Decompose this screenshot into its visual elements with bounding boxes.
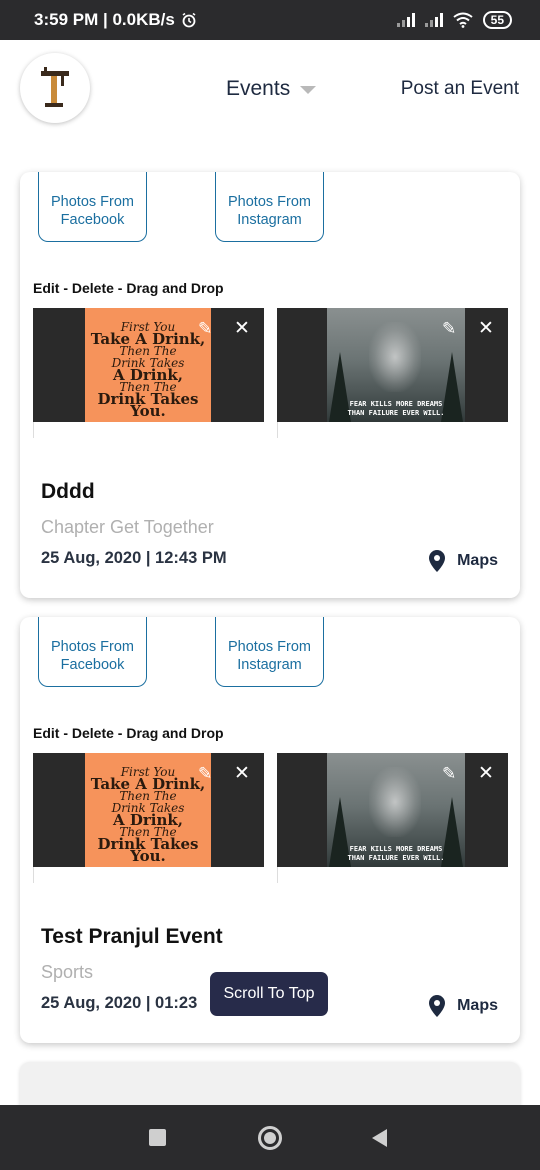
- status-time: 3:59 PM | 0.0KB/s: [34, 10, 175, 29]
- maps-label: Maps: [457, 997, 498, 1014]
- event-date: 25 Aug, 2020 | 01:23: [41, 994, 198, 1012]
- edit-icon[interactable]: ✎: [198, 320, 216, 338]
- edit-delete-caption: Edit - Delete - Drag and Drop: [33, 725, 224, 741]
- drink-poster: First You Take A Drink, Then The Drink T…: [85, 753, 211, 883]
- map-pin-icon: [429, 995, 446, 1017]
- logo-icon[interactable]: [20, 53, 90, 123]
- close-icon[interactable]: ✕: [477, 764, 495, 783]
- edit-delete-caption: Edit - Delete - Drag and Drop: [33, 280, 224, 296]
- edit-icon[interactable]: ✎: [442, 320, 460, 338]
- close-icon[interactable]: ✕: [233, 764, 251, 783]
- app-header: Events Post an Event: [0, 40, 540, 140]
- post-event-link[interactable]: Post an Event: [401, 78, 519, 100]
- events-dropdown[interactable]: Events: [226, 77, 317, 101]
- event-category: Chapter Get Together: [41, 517, 214, 537]
- events-dropdown-label: Events: [226, 77, 291, 100]
- scroll-to-top-button[interactable]: Scroll To Top: [210, 972, 328, 1016]
- signal-icon: [396, 13, 415, 27]
- maps-label: Maps: [457, 552, 498, 569]
- system-nav-bar: [0, 1105, 540, 1170]
- photos-from-instagram-button[interactable]: Photos From Instagram: [215, 172, 324, 242]
- edit-icon[interactable]: ✎: [198, 765, 216, 783]
- event-card[interactable]: Photos From Facebook Photos From Instagram…: [20, 172, 520, 598]
- signal-icon: [424, 13, 443, 27]
- event-category: Sports: [41, 962, 94, 982]
- photos-from-facebook-button[interactable]: Photos From Facebook: [38, 617, 147, 687]
- event-title: Test Pranjul Event: [41, 925, 223, 948]
- alarm-icon: [182, 12, 196, 28]
- close-icon[interactable]: ✕: [233, 319, 251, 338]
- event-photo-thumbnail[interactable]: First You Take A Drink, Then The Drink T…: [33, 753, 264, 883]
- drink-poster: First You Take A Drink, Then The Drink T…: [85, 308, 211, 438]
- photos-from-instagram-button[interactable]: Photos From Instagram: [215, 617, 324, 687]
- event-photo-thumbnail[interactable]: FEAR KILLS MORE DREAMS THAN FAILURE EVER …: [277, 308, 508, 438]
- wifi-icon: [453, 12, 473, 28]
- recents-icon[interactable]: [149, 1129, 166, 1146]
- map-pin-icon: [429, 550, 446, 572]
- maps-link[interactable]: Maps: [429, 995, 498, 1017]
- edit-icon[interactable]: ✎: [442, 765, 460, 783]
- back-icon[interactable]: [372, 1129, 387, 1147]
- event-photo-thumbnail[interactable]: FEAR KILLS MORE DREAMS THAN FAILURE EVER …: [277, 753, 508, 883]
- event-date: 25 Aug, 2020 | 12:43 PM: [41, 549, 227, 567]
- chevron-down-icon: [300, 86, 317, 94]
- close-icon[interactable]: ✕: [477, 319, 495, 338]
- maps-link[interactable]: Maps: [429, 550, 498, 572]
- event-photo-thumbnail[interactable]: First You Take A Drink, Then The Drink T…: [33, 308, 264, 438]
- home-icon[interactable]: [258, 1126, 282, 1150]
- event-title: Dddd: [41, 480, 95, 503]
- photos-from-facebook-button[interactable]: Photos From Facebook: [38, 172, 147, 242]
- status-bar: 3:59 PM | 0.0KB/s 55: [0, 0, 540, 40]
- battery-icon: 55: [482, 11, 512, 29]
